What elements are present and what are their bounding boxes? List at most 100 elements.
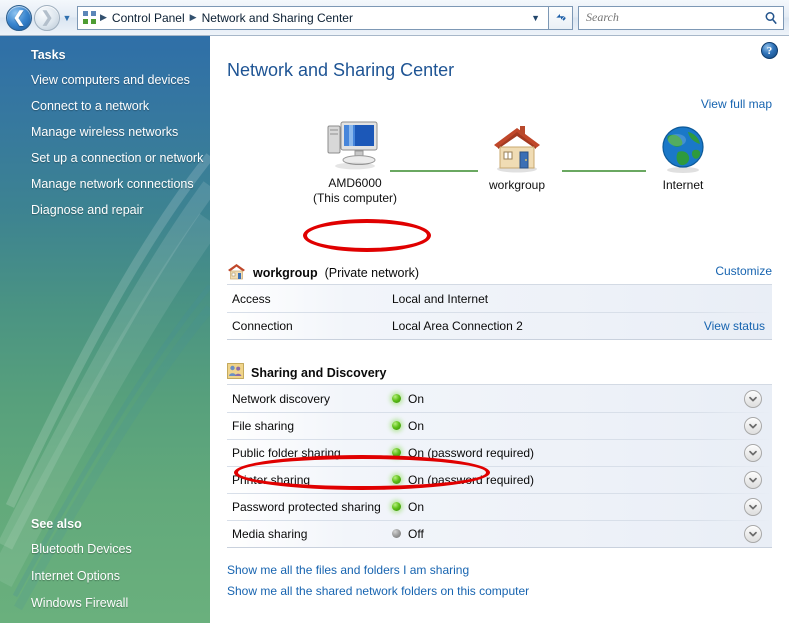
network-map: AMD6000 (This computer) workgroup Intern… (210, 114, 789, 232)
address-bar[interactable]: ▶ Control Panel ▶ Network and Sharing Ce… (77, 5, 549, 30)
bottom-links: Show me all the files and folders I am s… (227, 563, 529, 605)
row-label-connection: Connection (232, 318, 293, 333)
network-icon (82, 10, 97, 25)
chevron-down-icon (749, 531, 757, 536)
map-node-internet[interactable]: Internet (613, 116, 753, 193)
status-indicator-on (392, 475, 401, 484)
search-box[interactable] (578, 5, 784, 30)
table-row[interactable]: Network discovery On (227, 385, 772, 412)
view-status-link[interactable]: View status (704, 319, 765, 333)
navigation-bar: ❮ ❯ ▼ ▶ Control Panel ▶ Network and Shar… (0, 0, 789, 36)
sidebar-item-manage-network-connections[interactable]: Manage network connections (0, 177, 210, 191)
map-node-workgroup[interactable]: workgroup (447, 116, 587, 193)
sidebar-item-connect-to-a-network[interactable]: Connect to a network (0, 99, 210, 113)
share-status-text: Off (408, 526, 424, 541)
forward-button[interactable]: ❯ (34, 4, 60, 31)
expand-button-network-discovery[interactable] (744, 389, 762, 408)
map-node-internet-name: Internet (662, 178, 704, 192)
workgroup-info-table: Access Local and Internet Connection Loc… (227, 284, 772, 340)
chevron-down-icon (749, 477, 757, 482)
status-indicator-on (392, 448, 401, 457)
globe-icon (613, 116, 753, 174)
share-status-text: On (408, 418, 425, 433)
history-dropdown-button[interactable]: ▼ (60, 5, 74, 31)
expand-button-public-folder-sharing[interactable] (744, 443, 762, 462)
table-row[interactable]: Media sharing Off (227, 520, 772, 547)
main-content: ? Network and Sharing Center View full m… (210, 36, 789, 623)
chevron-down-icon (749, 450, 757, 455)
sidebar-item-view-computers-and-devices[interactable]: View computers and devices (0, 73, 210, 87)
share-status-file-sharing: On (392, 419, 744, 433)
expand-button-media-sharing[interactable] (744, 524, 762, 543)
sidebar-item-set-up-a-connection-or-network[interactable]: Set up a connection or network (0, 151, 210, 165)
table-row: Connection Local Area Connection 2 View … (227, 312, 772, 339)
table-row[interactable]: File sharing On (227, 412, 772, 439)
share-status-printer-sharing: On (password required) (392, 473, 744, 487)
search-input[interactable] (584, 7, 764, 28)
map-node-computer-sub: (This computer) (312, 191, 398, 205)
view-full-map-link[interactable]: View full map (701, 97, 772, 111)
chevron-down-icon (749, 396, 757, 401)
table-row[interactable]: Password protected sharing On (227, 493, 772, 520)
share-label-printer-sharing: Printer sharing (232, 472, 311, 487)
share-status-text: On (408, 391, 425, 406)
house-icon (227, 263, 246, 283)
back-arrow-icon: ❮ (12, 9, 26, 26)
back-button[interactable]: ❮ (6, 4, 32, 31)
share-status-media-sharing: Off (392, 527, 744, 541)
table-row[interactable]: Public folder sharing On (password requi… (227, 439, 772, 466)
expand-button-printer-sharing[interactable] (744, 470, 762, 489)
page-title: Network and Sharing Center (227, 60, 455, 80)
sharing-and-discovery-header: Sharing and Discovery (227, 363, 386, 382)
map-node-workgroup-name: workgroup (488, 178, 546, 192)
status-indicator-on (392, 502, 401, 511)
share-status-network-discovery: On (392, 392, 744, 406)
share-status-text: On (password required) (408, 445, 535, 460)
sharing-and-discovery-title: Sharing and Discovery (251, 365, 387, 380)
house-icon (447, 116, 587, 174)
share-status-public-folder-sharing: On (password required) (392, 446, 744, 460)
share-status-password-protected-sharing: On (392, 500, 744, 514)
share-status-text: On (408, 499, 425, 514)
breadcrumb-control-panel[interactable]: Control Panel (109, 10, 188, 26)
breadcrumb-separator-1: ▶ (100, 12, 107, 22)
search-icon[interactable] (764, 11, 778, 25)
map-node-computer[interactable]: AMD6000 (This computer) (285, 114, 425, 206)
share-status-text: On (password required) (408, 472, 535, 487)
workgroup-network-type: (Private network) (324, 266, 420, 280)
sidebar-see-also-heading: See also (31, 517, 82, 531)
share-label-public-folder-sharing: Public folder sharing (232, 445, 341, 460)
sidebar-see-also-section: See also Bluetooth Devices Internet Opti… (0, 517, 210, 623)
row-action-connection: View status (704, 319, 772, 333)
workgroup-name: workgroup (253, 266, 318, 280)
sidebar-tasks-section: Tasks View computers and devices Connect… (0, 36, 210, 217)
forward-arrow-icon: ❯ (40, 9, 54, 26)
row-value-access: Local and Internet (392, 291, 489, 306)
sidebar-item-windows-firewall[interactable]: Windows Firewall (0, 596, 210, 610)
status-indicator-off (392, 529, 401, 538)
breadcrumb-separator-2: ▶ (189, 12, 197, 22)
share-label-media-sharing: Media sharing (232, 526, 308, 541)
expand-button-password-protected-sharing[interactable] (744, 497, 762, 516)
help-icon[interactable]: ? (761, 42, 778, 59)
sidebar-item-diagnose-and-repair[interactable]: Diagnose and repair (0, 203, 210, 217)
refresh-button[interactable] (549, 5, 573, 30)
map-node-computer-name: AMD6000 (328, 176, 382, 190)
sidebar-item-internet-options[interactable]: Internet Options (0, 569, 210, 583)
share-label-password-protected-sharing: Password protected sharing (232, 499, 381, 514)
breadcrumb-network-and-sharing-center[interactable]: Network and Sharing Center (199, 10, 356, 26)
address-dropdown-button[interactable]: ▼ (527, 13, 546, 23)
chevron-down-icon (749, 423, 757, 428)
sidebar: Tasks View computers and devices Connect… (0, 36, 210, 623)
row-label-access: Access (232, 291, 271, 306)
chevron-down-icon: ▼ (62, 12, 72, 23)
sidebar-item-bluetooth-devices[interactable]: Bluetooth Devices (0, 542, 210, 556)
sidebar-item-manage-wireless-networks[interactable]: Manage wireless networks (0, 125, 210, 139)
sidebar-tasks-heading: Tasks (31, 48, 66, 62)
expand-button-file-sharing[interactable] (744, 416, 762, 435)
customize-link[interactable]: Customize (715, 264, 772, 278)
show-files-and-folders-sharing-link[interactable]: Show me all the files and folders I am s… (227, 563, 529, 577)
show-shared-network-folders-link[interactable]: Show me all the shared network folders o… (227, 584, 529, 598)
table-row[interactable]: Printer sharing On (password required) (227, 466, 772, 493)
chevron-down-icon (749, 504, 757, 509)
